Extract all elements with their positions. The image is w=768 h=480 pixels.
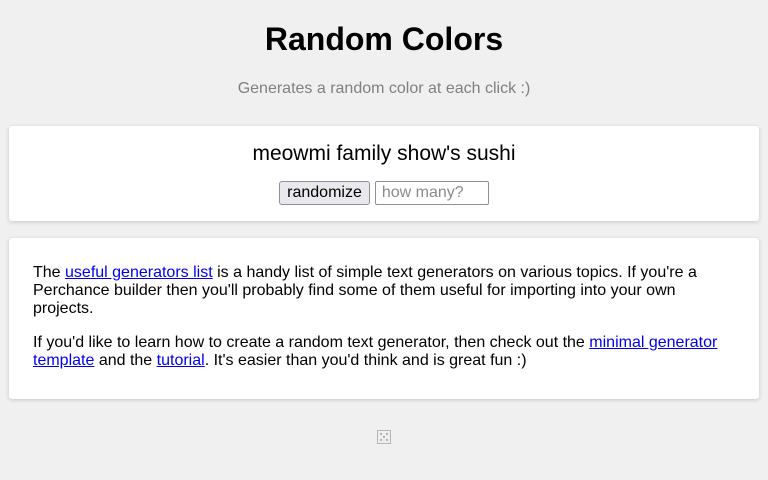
info-paragraph-1: The useful generators list is a handy li… (33, 264, 733, 318)
info-text: and the (94, 352, 157, 369)
info-paragraph-2: If you'd like to learn how to create a r… (33, 334, 733, 370)
info-card: The useful generators list is a handy li… (9, 238, 759, 399)
page-title: Random Colors (264, 21, 504, 57)
info-body: The useful generators list is a handy li… (33, 264, 733, 370)
page-subtitle: Generates a random color at each click :… (237, 80, 531, 97)
how-many-input[interactable] (374, 181, 489, 205)
output-card: meowmi family show's sushi randomize (9, 126, 759, 221)
randomize-button[interactable]: randomize (279, 181, 370, 205)
useful-generators-list-link[interactable]: useful generators list (65, 264, 213, 281)
info-text: The (33, 264, 66, 281)
controls-row: randomize (9, 181, 759, 205)
dice-icon[interactable] (377, 430, 391, 444)
tutorial-link[interactable]: tutorial (157, 352, 205, 369)
page: Random Colors Generates a random color a… (0, 0, 768, 480)
info-text: If you'd like to learn how to create a r… (33, 334, 590, 351)
generated-output: meowmi family show's sushi (252, 142, 516, 165)
info-text: . It's easier than you'd think and is gr… (204, 352, 527, 369)
